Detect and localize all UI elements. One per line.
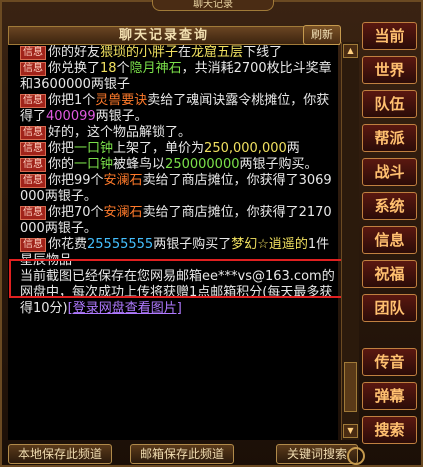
info-tag: 信息: [20, 62, 46, 76]
message-text: 250,000,000: [204, 141, 287, 156]
message-text: 龙窟五层: [191, 45, 244, 60]
scroll-down-icon[interactable]: ▼: [343, 424, 358, 438]
channel-button[interactable]: 搜索: [362, 416, 417, 444]
message-text: ee***vs@163.com: [202, 269, 322, 284]
message-text: 一口钟: [74, 141, 114, 156]
message-text: 在: [178, 45, 192, 60]
message-text: 两银子购买了: [153, 237, 232, 252]
message-text: 你的: [48, 157, 75, 172]
chat-message: 信息 你把70个安澜石卖给了商店摊位，你获得了2170000两银子。: [8, 205, 338, 237]
channel-button[interactable]: 战斗: [362, 158, 417, 186]
chat-message: 信息 你兑换了18个隐月神石，共消耗2700枚比斗奖章和3600000两银子: [8, 61, 338, 93]
chat-message: 当前截图已经保存在您网易邮箱ee***vs@163.com的网盘中，每次成功上传…: [8, 269, 338, 317]
channel-button[interactable]: 世界: [362, 56, 417, 84]
message-text: 你把: [48, 141, 75, 156]
info-tag: 信息: [20, 158, 46, 172]
info-tag: 信息: [20, 206, 46, 220]
message-text: 上架了，单价为: [113, 141, 205, 156]
window-cap-title: 聊天记录: [193, 0, 233, 10]
message-text: 18: [100, 61, 117, 76]
message-text: 安澜石: [103, 205, 143, 220]
chat-log-window: 聊天记录 聊天记录查询 刷新 信息 你的好友猥琐的小胖子在龙窟五层下线了 信息 你兑换…: [0, 0, 423, 467]
message-text: 一口钟: [74, 157, 114, 172]
chat-message: 信息 好的，这个物品解锁了。: [8, 125, 338, 141]
channel-button[interactable]: 传音: [362, 348, 417, 376]
refresh-button[interactable]: 刷新: [303, 25, 341, 45]
channel-sidebar: 当前世界队伍帮派战斗系统信息祝福团队传音弹幕搜索: [362, 22, 422, 450]
channel-button[interactable]: 当前: [362, 22, 417, 50]
window-cap: 聊天记录: [152, 0, 274, 11]
view-netdisk-link[interactable]: [登录网盘查看图片]: [68, 301, 182, 316]
message-text: 250000000: [165, 157, 240, 172]
message-text: 灵兽要诀: [95, 93, 148, 108]
channel-button[interactable]: 队伍: [362, 90, 417, 118]
mail-save-button[interactable]: 邮箱保存此频道: [130, 444, 234, 464]
channel-button[interactable]: 帮派: [362, 124, 417, 152]
channel-button[interactable]: 团队: [362, 294, 417, 322]
info-tag: 信息: [20, 238, 46, 252]
message-text: 当前截图已经保存在您网易邮箱: [20, 269, 203, 284]
message-text: 25555555: [87, 237, 154, 252]
scroll-thumb[interactable]: [344, 362, 357, 412]
message-text: 下线了: [243, 45, 283, 60]
keyword-search-button[interactable]: 关键词搜索: [276, 444, 358, 464]
message-text: 400099: [46, 109, 96, 124]
chat-message: 信息 你花费25555555两银子购买了梦幻☆逍遥的1件星辰物品: [8, 237, 338, 269]
message-text: 两银子。: [95, 109, 148, 124]
channel-button[interactable]: 弹幕: [362, 382, 417, 410]
message-text: 被蜂鸟以: [113, 157, 166, 172]
corner-ornament-icon: [347, 447, 365, 465]
message-text: 隐月神石: [129, 61, 182, 76]
local-save-button[interactable]: 本地保存此频道: [8, 444, 112, 464]
message-text: 你的好友: [48, 45, 101, 60]
chat-message: 信息 你的一口钟被蜂鸟以250000000两银子购买。: [8, 157, 338, 173]
chat-message-list: 信息 你的好友猥琐的小胖子在龙窟五层下线了 信息 你兑换了18个隐月神石，共消耗270…: [8, 45, 338, 440]
info-tag: 信息: [20, 94, 46, 108]
chat-message: 信息 你把一口钟上架了，单价为250,000,000两: [8, 141, 338, 157]
message-text: 你兑换了: [48, 61, 101, 76]
message-text: 你花费: [48, 237, 88, 252]
message-text: 你把1个: [48, 93, 96, 108]
scroll-up-icon[interactable]: ▲: [343, 44, 358, 58]
message-text: 猥琐的小胖子: [100, 45, 179, 60]
channel-button[interactable]: 信息: [362, 226, 417, 254]
message-text: 你把70个: [48, 205, 104, 220]
message-text: 两: [286, 141, 300, 156]
chat-message: 信息 你把1个灵兽要诀卖给了魂闻诀露令桃摊位，你获得了400099两银子。: [8, 93, 338, 125]
message-text: 梦幻☆逍遥的: [231, 237, 308, 252]
chat-scrollbar[interactable]: ▲ ▼: [341, 42, 359, 440]
message-text: 好的，这个物品解锁了。: [48, 125, 192, 140]
chat-message: 信息 你把99个安澜石卖给了商店摊位，你获得了3069000两银子。: [8, 173, 338, 205]
message-text: 安澜石: [103, 173, 143, 188]
chat-log-header: 聊天记录查询 刷新: [8, 25, 341, 45]
chat-message: 信息 你的好友猥琐的小胖子在龙窟五层下线了: [8, 45, 338, 61]
page-title: 聊天记录查询: [118, 28, 209, 43]
channel-button[interactable]: 系统: [362, 192, 417, 220]
info-tag: 信息: [20, 174, 46, 188]
message-text: 你把99个: [48, 173, 104, 188]
message-text: 个: [116, 61, 130, 76]
message-text: 两银子购买。: [239, 157, 318, 172]
info-tag: 信息: [20, 46, 46, 60]
info-tag: 信息: [20, 142, 46, 156]
info-tag: 信息: [20, 126, 46, 140]
channel-button[interactable]: 祝福: [362, 260, 417, 288]
